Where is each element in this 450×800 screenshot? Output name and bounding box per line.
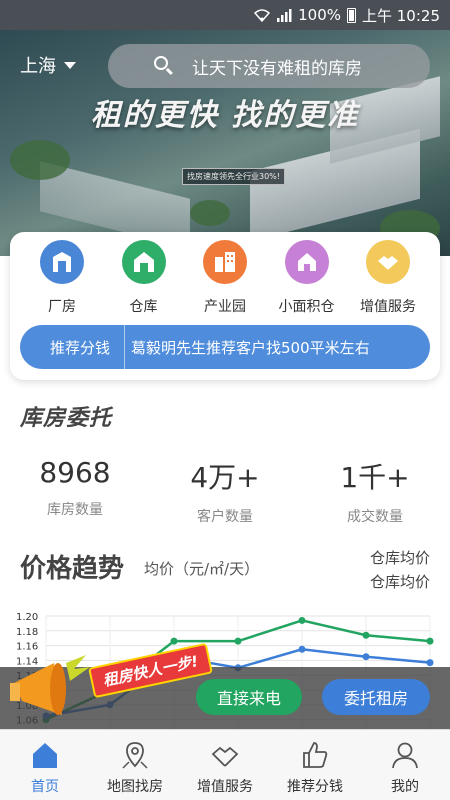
category-label: 厂房 — [48, 299, 76, 315]
category-warehouse[interactable]: 仓库 — [106, 240, 182, 316]
tab-label: 增值服务 — [197, 779, 253, 795]
floating-action-banner: 租房快人一步! 直接来电 委托租房 — [0, 642, 450, 729]
bottom-nav: 首页 地图找房 增值服务 推荐分钱 我的 — [0, 729, 450, 800]
tab-label: 推荐分钱 — [287, 779, 343, 795]
battery-percent: 100% — [298, 6, 341, 24]
category-value-added[interactable]: 增值服务 — [350, 240, 426, 316]
tab-label: 地图找房 — [107, 779, 163, 795]
user-icon — [388, 738, 422, 772]
stat-value: 1千+ — [340, 461, 410, 494]
handshake-icon — [208, 738, 242, 772]
small-warehouse-icon — [284, 240, 329, 284]
wifi-icon — [254, 8, 271, 22]
signal-icon — [276, 8, 292, 22]
y-tick-label: 1.18 — [16, 627, 38, 638]
chevron-down-icon — [64, 61, 76, 69]
battery-icon — [347, 7, 356, 23]
category-label: 仓库 — [129, 299, 158, 315]
tab-referral[interactable]: 推荐分钱 — [270, 730, 360, 800]
city-label: 上海 — [20, 56, 56, 77]
hero-subtitle: 找房速度领先全行业30%! — [182, 168, 285, 185]
thumbs-up-icon — [298, 738, 332, 772]
stats-row: 8968 库房数量 4万+ 客户数量 1千+ 成交数量 — [0, 456, 450, 526]
tab-label: 首页 — [31, 779, 59, 795]
legend-item: 仓库均价 — [369, 549, 430, 567]
status-bar: 100% 上午 10:25 — [0, 0, 450, 30]
referral-banner[interactable]: 推荐分钱 葛毅明先生推荐客户找500平米左右 — [20, 325, 430, 369]
category-label: 产业园 — [204, 299, 246, 315]
call-button[interactable]: 直接来电 — [196, 679, 302, 715]
category-label: 小面积仓 — [278, 299, 335, 315]
stat-label: 库房数量 — [47, 502, 103, 518]
stat-label: 客户数量 — [197, 509, 253, 525]
trend-title: 价格趋势 — [20, 554, 125, 584]
data-point — [362, 631, 370, 639]
search-placeholder: 让天下没有难租的库房 — [192, 58, 362, 79]
tab-map-search[interactable]: 地图找房 — [90, 730, 180, 800]
search-icon — [154, 56, 168, 70]
search-bar[interactable]: 让天下没有难租的库房 — [108, 44, 430, 88]
stat-value: 8968 — [39, 456, 111, 489]
entrust-rent-button[interactable]: 委托租房 — [322, 679, 430, 715]
data-point — [170, 637, 178, 645]
stat-value: 4万+ — [190, 461, 260, 494]
tree-graphic — [10, 140, 70, 180]
warehouse-icon — [121, 240, 166, 284]
tab-profile[interactable]: 我的 — [360, 730, 450, 800]
referral-tag: 推荐分钱 — [20, 325, 126, 369]
tree-graphic — [190, 200, 230, 226]
industrial-park-icon — [203, 240, 247, 284]
data-point — [234, 637, 242, 645]
handshake-icon — [366, 240, 410, 284]
data-point — [426, 637, 434, 645]
stat-warehouses: 8968 库房数量 — [0, 456, 150, 526]
map-pin-icon — [118, 738, 152, 772]
data-point — [298, 645, 306, 653]
section-logo: 库房委托 — [20, 406, 113, 431]
data-point — [426, 659, 434, 667]
hero-title: 租的更快 找的更准 — [90, 98, 360, 133]
megaphone-icon — [10, 655, 90, 715]
legend-item: 仓库均价 — [369, 573, 430, 591]
tab-value-added[interactable]: 增值服务 — [180, 730, 270, 800]
category-factory[interactable]: 厂房 — [24, 240, 100, 316]
factory-icon — [40, 240, 84, 284]
stat-deals: 1千+ 成交数量 — [300, 456, 450, 526]
category-card: 厂房 仓库 产业园 小面积仓 增值服务 推荐分钱 葛毅明先生推荐客户找500平米… — [10, 232, 440, 380]
tab-home[interactable]: 首页 — [0, 730, 90, 800]
y-tick-label: 1.20 — [16, 612, 38, 623]
tab-label: 我的 — [391, 779, 419, 795]
category-industrial-park[interactable]: 产业园 — [187, 240, 263, 316]
chart-legend: 仓库均价 仓库均价 — [370, 546, 430, 594]
home-icon — [28, 738, 62, 772]
stat-label: 成交数量 — [347, 509, 403, 525]
stat-customers: 4万+ 客户数量 — [150, 456, 300, 526]
trend-unit: 均价（元/㎡/天） — [144, 560, 260, 578]
clock: 上午 10:25 — [362, 6, 440, 25]
referral-message: 葛毅明先生推荐客户找500平米左右 — [131, 338, 370, 357]
city-selector[interactable]: 上海 — [20, 52, 76, 78]
data-point — [298, 616, 306, 624]
data-point — [362, 653, 370, 661]
category-small-warehouse[interactable]: 小面积仓 — [269, 240, 345, 316]
category-label: 增值服务 — [360, 299, 416, 315]
